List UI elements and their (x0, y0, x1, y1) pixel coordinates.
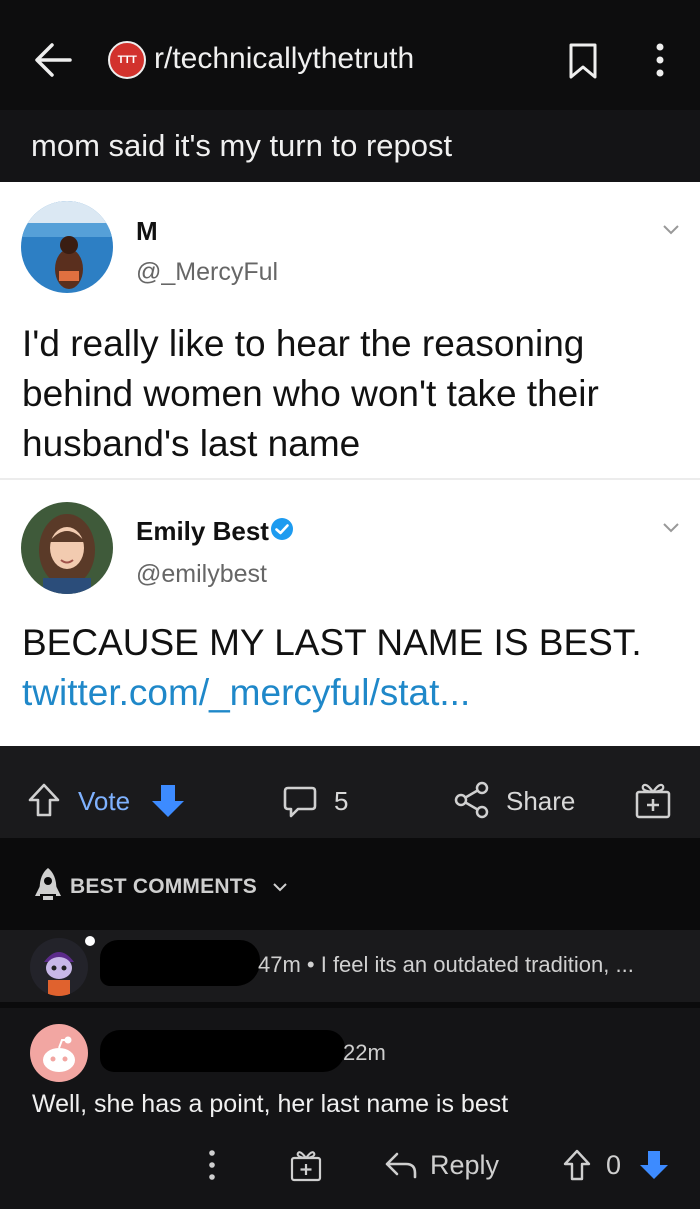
comment-body: Well, she has a point, her last name is … (32, 1090, 509, 1118)
tweet-text-line: I'd really like to hear the reasoning (22, 323, 585, 364)
more-vertical-icon[interactable] (204, 1148, 220, 1182)
chevron-down-icon (663, 225, 679, 235)
downvote-icon[interactable] (150, 782, 186, 820)
back-arrow-icon[interactable] (30, 38, 76, 82)
tweet-link[interactable]: twitter.com/_mercyful/stat... (22, 672, 470, 714)
chevron-down-icon (273, 883, 287, 892)
avatar (30, 1024, 88, 1082)
downvote-icon[interactable] (638, 1148, 670, 1182)
redacted-username (100, 1030, 345, 1072)
comment-timestamp: 22m (343, 1040, 386, 1065)
tweet-author-name: Emily Best (136, 516, 269, 546)
avatar (21, 502, 113, 594)
tweet-author-name: M (136, 216, 158, 246)
share-icon[interactable] (452, 780, 492, 820)
rocket-icon (35, 868, 61, 900)
tweet-author-handle: @_MercyFul (136, 258, 279, 286)
award-icon[interactable] (290, 1148, 322, 1182)
comment-count[interactable]: 5 (334, 786, 348, 817)
avatar (30, 938, 88, 996)
verified-badge-icon (271, 518, 293, 540)
sort-dropdown[interactable]: BEST COMMENTS (70, 875, 287, 899)
post-title: mom said it's my turn to repost (31, 128, 453, 163)
comment-icon[interactable] (282, 784, 318, 820)
bookmark-icon[interactable] (568, 42, 598, 80)
upvote-icon[interactable] (562, 1148, 592, 1182)
upvote-icon[interactable] (27, 782, 61, 818)
award-icon[interactable] (634, 780, 672, 820)
tweet-divider (0, 478, 700, 480)
subreddit-name[interactable]: r/technicallythetruth (154, 42, 414, 76)
comment-score: 0 (606, 1150, 622, 1180)
sort-label: BEST COMMENTS (70, 875, 257, 898)
more-vertical-icon[interactable] (648, 40, 672, 80)
tweet-author-handle: @emilybest (136, 560, 267, 588)
chevron-down-icon (663, 523, 679, 533)
vote-label[interactable]: Vote (78, 786, 130, 817)
tweet-text: BECAUSE MY LAST NAME IS BEST. (22, 622, 642, 663)
redacted-username (100, 940, 260, 986)
reply-icon[interactable] (384, 1150, 418, 1180)
subreddit-icon[interactable]: TTT (108, 41, 146, 79)
tweet-text-line: behind women who won't take their (22, 373, 599, 414)
tweet-text: I'd really like to hear the reasoning be… (22, 319, 599, 469)
reply-button[interactable]: Reply (430, 1150, 499, 1181)
avatar (21, 201, 113, 293)
share-label[interactable]: Share (506, 786, 575, 817)
online-dot (85, 936, 95, 946)
comment-preview: 47m • I feel its an outdated tradition, … (258, 952, 634, 977)
tweet-text-line: husband's last name (22, 423, 361, 464)
